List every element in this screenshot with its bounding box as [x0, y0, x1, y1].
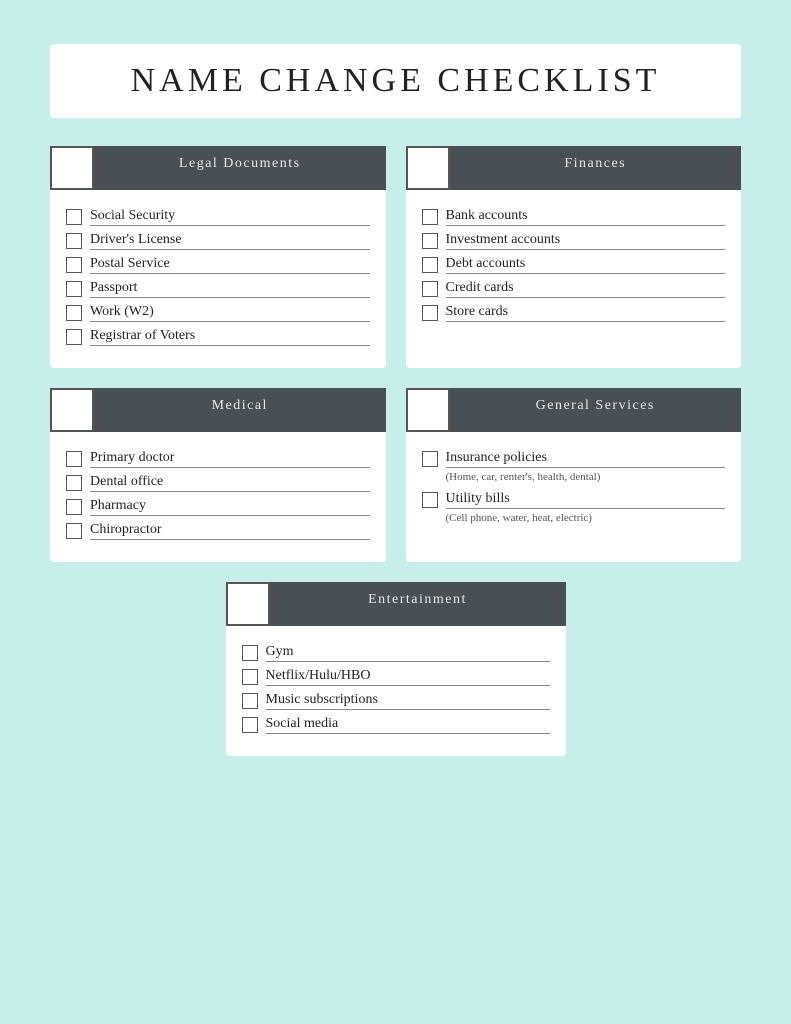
list-item: Postal Service — [66, 256, 370, 274]
label-chiropractor: Chiropractor — [90, 522, 370, 540]
checkbox-bank-accounts[interactable] — [422, 209, 438, 225]
row-3: Entertainment Gym Netflix/Hulu/HBO Music… — [50, 582, 741, 756]
page: NAME CHANGE CHECKLIST Legal Documents So… — [20, 20, 771, 796]
list-item: Social Security — [66, 208, 370, 226]
card-legal: Legal Documents Social Security Driver's… — [50, 146, 386, 368]
row-2: Medical Primary doctor Dental office Pha… — [50, 388, 741, 562]
list-item: Chiropractor — [66, 522, 370, 540]
label-investment-accounts: Investment accounts — [446, 232, 726, 250]
card-body-finances: Bank accounts Investment accounts Debt a… — [406, 202, 742, 322]
list-item: Investment accounts — [422, 232, 726, 250]
label-gym: Gym — [266, 644, 550, 662]
card-body-legal: Social Security Driver's License Postal … — [50, 202, 386, 346]
label-pharmacy: Pharmacy — [90, 498, 370, 516]
checkbox-work-w2[interactable] — [66, 305, 82, 321]
list-item: Utility bills — [422, 491, 726, 509]
sub-insurance: (Home, car, renter's, health, dental) — [446, 471, 726, 483]
checkbox-music-subscriptions[interactable] — [242, 693, 258, 709]
checkbox-insurance-policies[interactable] — [422, 451, 438, 467]
checkbox-primary-doctor[interactable] — [66, 451, 82, 467]
list-item: Debt accounts — [422, 256, 726, 274]
checkbox-gym[interactable] — [242, 645, 258, 661]
label-social-security: Social Security — [90, 208, 370, 226]
section-checkbox-finances[interactable] — [406, 146, 450, 190]
list-item: Passport — [66, 280, 370, 298]
card-title-legal: Legal Documents — [94, 146, 386, 190]
card-finances: Finances Bank accounts Investment accoun… — [406, 146, 742, 368]
card-body-entertainment: Gym Netflix/Hulu/HBO Music subscriptions… — [226, 638, 566, 734]
label-primary-doctor: Primary doctor — [90, 450, 370, 468]
card-header-medical: Medical — [50, 388, 386, 432]
card-title-general: General Services — [450, 388, 742, 432]
card-entertainment: Entertainment Gym Netflix/Hulu/HBO Music… — [226, 582, 566, 756]
section-checkbox-general[interactable] — [406, 388, 450, 432]
list-item: Store cards — [422, 304, 726, 322]
label-utility-bills: Utility bills — [446, 491, 726, 509]
card-title-medical: Medical — [94, 388, 386, 432]
label-registrar: Registrar of Voters — [90, 328, 370, 346]
card-header-entertainment: Entertainment — [226, 582, 566, 626]
label-passport: Passport — [90, 280, 370, 298]
list-item: Netflix/Hulu/HBO — [242, 668, 550, 686]
checkbox-debt-accounts[interactable] — [422, 257, 438, 273]
card-header-finances: Finances — [406, 146, 742, 190]
checkbox-passport[interactable] — [66, 281, 82, 297]
label-insurance-policies: Insurance policies — [446, 450, 726, 468]
checkbox-postal-service[interactable] — [66, 257, 82, 273]
checkbox-pharmacy[interactable] — [66, 499, 82, 515]
list-item: Work (W2) — [66, 304, 370, 322]
list-item: Credit cards — [422, 280, 726, 298]
section-checkbox-entertainment[interactable] — [226, 582, 270, 626]
label-drivers-license: Driver's License — [90, 232, 370, 250]
checkbox-chiropractor[interactable] — [66, 523, 82, 539]
list-item: Bank accounts — [422, 208, 726, 226]
list-item: Driver's License — [66, 232, 370, 250]
checkbox-registrar[interactable] — [66, 329, 82, 345]
card-body-medical: Primary doctor Dental office Pharmacy Ch… — [50, 444, 386, 540]
label-store-cards: Store cards — [446, 304, 726, 322]
list-item: Music subscriptions — [242, 692, 550, 710]
sub-utility: (Cell phone, water, heat, electric) — [446, 512, 726, 524]
label-postal-service: Postal Service — [90, 256, 370, 274]
card-title-entertainment: Entertainment — [270, 582, 566, 626]
card-title-finances: Finances — [450, 146, 742, 190]
list-item: Primary doctor — [66, 450, 370, 468]
list-item: Social media — [242, 716, 550, 734]
row-1: Legal Documents Social Security Driver's… — [50, 146, 741, 368]
list-item: Pharmacy — [66, 498, 370, 516]
checkbox-utility-bills[interactable] — [422, 492, 438, 508]
checkbox-store-cards[interactable] — [422, 305, 438, 321]
page-title: NAME CHANGE CHECKLIST — [50, 44, 741, 118]
card-header-legal: Legal Documents — [50, 146, 386, 190]
list-item: Insurance policies — [422, 450, 726, 468]
label-work-w2: Work (W2) — [90, 304, 370, 322]
checkbox-drivers-license[interactable] — [66, 233, 82, 249]
checkbox-investment-accounts[interactable] — [422, 233, 438, 249]
label-netflix: Netflix/Hulu/HBO — [266, 668, 550, 686]
checkbox-credit-cards[interactable] — [422, 281, 438, 297]
section-checkbox-legal[interactable] — [50, 146, 94, 190]
list-item: Registrar of Voters — [66, 328, 370, 346]
section-checkbox-medical[interactable] — [50, 388, 94, 432]
list-item: Dental office — [66, 474, 370, 492]
list-item: Gym — [242, 644, 550, 662]
checkbox-social-security[interactable] — [66, 209, 82, 225]
card-general: General Services Insurance policies (Hom… — [406, 388, 742, 562]
checkbox-netflix[interactable] — [242, 669, 258, 685]
card-medical: Medical Primary doctor Dental office Pha… — [50, 388, 386, 562]
label-social-media: Social media — [266, 716, 550, 734]
label-music-subscriptions: Music subscriptions — [266, 692, 550, 710]
label-bank-accounts: Bank accounts — [446, 208, 726, 226]
card-header-general: General Services — [406, 388, 742, 432]
checkbox-social-media[interactable] — [242, 717, 258, 733]
label-credit-cards: Credit cards — [446, 280, 726, 298]
label-dental-office: Dental office — [90, 474, 370, 492]
checkbox-dental-office[interactable] — [66, 475, 82, 491]
label-debt-accounts: Debt accounts — [446, 256, 726, 274]
card-body-general: Insurance policies (Home, car, renter's,… — [406, 444, 742, 524]
